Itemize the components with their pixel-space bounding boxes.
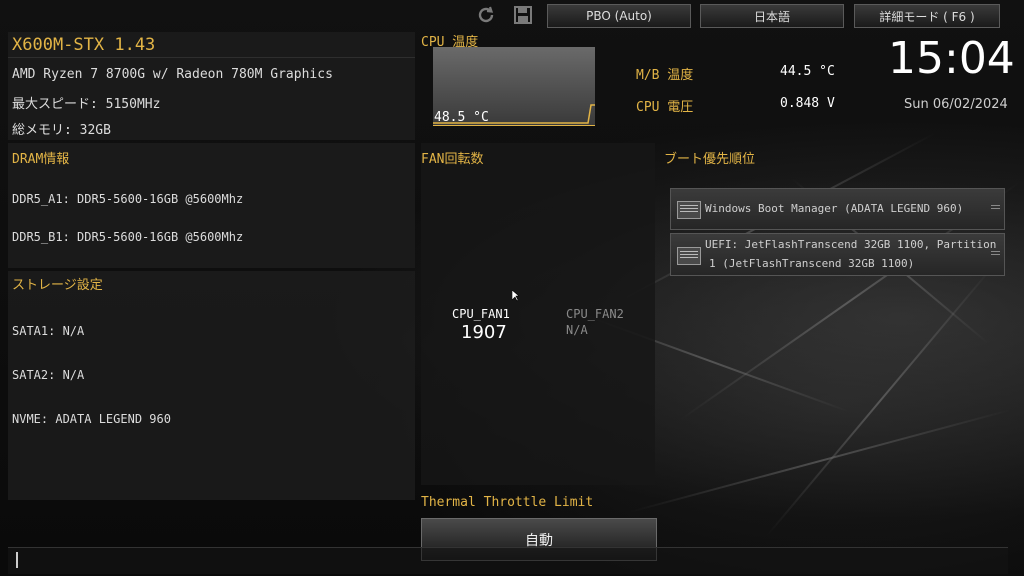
fan2-name: CPU_FAN2 bbox=[566, 307, 624, 321]
cpu-name: AMD Ryzen 7 8700G w/ Radeon 780M Graphic… bbox=[12, 67, 333, 82]
divider bbox=[8, 57, 415, 58]
save-icon[interactable] bbox=[514, 6, 532, 24]
storage-panel bbox=[8, 271, 415, 500]
dram-title: DRAM情報 bbox=[12, 152, 70, 167]
drag-handle-icon[interactable] bbox=[991, 205, 1000, 211]
cpu-voltage-value: 0.848 V bbox=[780, 96, 835, 111]
mb-temp-value: 44.5 °C bbox=[780, 64, 835, 79]
total-memory: 総メモリ: 32GB bbox=[12, 123, 111, 138]
status-bar bbox=[8, 547, 1008, 574]
storage-nvme: NVME: ADATA LEGEND 960 bbox=[12, 412, 171, 426]
cpu-voltage-label: CPU 電圧 bbox=[636, 100, 694, 115]
fan-title: FAN回転数 bbox=[421, 152, 484, 167]
text-cursor bbox=[16, 552, 18, 568]
disk-icon bbox=[677, 201, 701, 219]
boot-title: ブート優先順位 bbox=[664, 152, 756, 167]
storage-title: ストレージ設定 bbox=[12, 278, 103, 293]
fan1-name: CPU_FAN1 bbox=[452, 307, 510, 321]
boot-item-windows[interactable]: Windows Boot Manager (ADATA LEGEND 960) bbox=[670, 188, 1005, 230]
pbo-button[interactable]: PBO (Auto) bbox=[547, 4, 691, 28]
refresh-icon[interactable] bbox=[476, 5, 496, 25]
mouse-cursor-icon bbox=[511, 287, 520, 302]
boot-item-label: Windows Boot Manager (ADATA LEGEND 960) bbox=[705, 202, 964, 215]
fan2-value: N/A bbox=[566, 323, 588, 337]
boot-item-label-line2: 1 (JetFlashTranscend 32GB 1100) bbox=[709, 257, 915, 270]
boot-item-label-line1: UEFI: JetFlashTranscend 32GB 1100, Parti… bbox=[705, 238, 997, 251]
storage-sata1: SATA1: N/A bbox=[12, 324, 85, 338]
clock-time: 15:04 bbox=[888, 33, 1015, 84]
fan1-value: 1907 bbox=[461, 322, 507, 343]
dram-slot-b1: DDR5_B1: DDR5-5600-16GB @5600Mhz bbox=[12, 230, 244, 244]
boot-item-usb[interactable]: UEFI: JetFlashTranscend 32GB 1100, Parti… bbox=[670, 233, 1005, 276]
mb-temp-label: M/B 温度 bbox=[636, 68, 694, 83]
language-button[interactable]: 日本語 bbox=[700, 4, 844, 28]
max-speed: 最大スピード: 5150MHz bbox=[12, 97, 161, 112]
advanced-mode-button[interactable]: 詳細モード ( F6 ) bbox=[854, 4, 1000, 28]
clock-date: Sun 06/02/2024 bbox=[904, 97, 1008, 112]
thermal-title: Thermal Throttle Limit bbox=[421, 495, 594, 510]
storage-sata2: SATA2: N/A bbox=[12, 368, 85, 382]
cpu-temp-value: 48.5 °C bbox=[434, 110, 489, 125]
drag-handle-icon[interactable] bbox=[991, 251, 1000, 257]
dram-slot-a1: DDR5_A1: DDR5-5600-16GB @5600Mhz bbox=[12, 192, 244, 206]
board-model: X600M-STX 1.43 bbox=[12, 35, 156, 55]
disk-icon bbox=[677, 247, 701, 265]
